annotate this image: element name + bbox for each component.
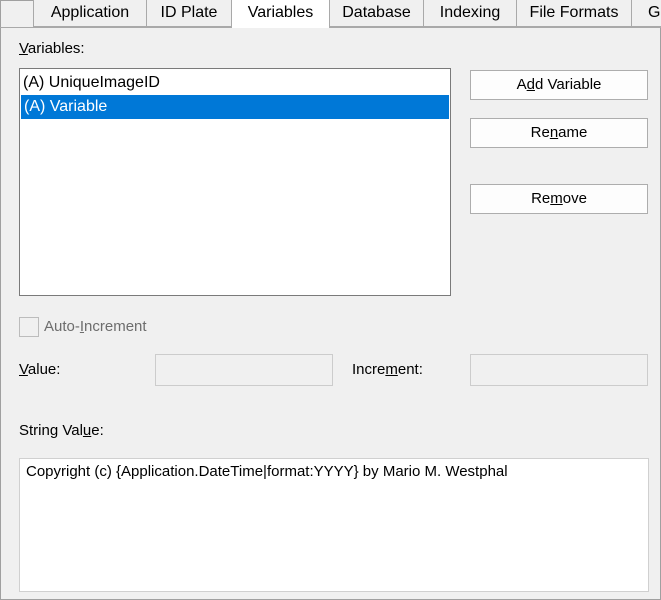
tab-strip: Application ID Plate Variables Database … (0, 0, 661, 28)
string-value-label-pre: String Val (19, 422, 83, 439)
add-variable-post: d Variable (534, 76, 602, 93)
tab-strip-divider (0, 27, 661, 28)
tab-indexing[interactable]: Indexing (423, 0, 517, 27)
tab-application[interactable]: Application (33, 0, 147, 27)
rename-pre: Re (530, 124, 550, 141)
increment-label: Increment: (352, 361, 423, 378)
variables-listbox[interactable]: (A) UniqueImageID (A) Variable (19, 68, 451, 296)
string-value-label-key: u (82, 422, 92, 439)
add-variable-button[interactable]: Add Variable (470, 70, 648, 100)
remove-key: m (550, 190, 563, 207)
remove-post: ove (562, 190, 587, 207)
value-label: Value: (19, 361, 60, 378)
tab-database[interactable]: Database (329, 0, 424, 27)
variables-label-post: ariables: (27, 40, 85, 57)
remove-button[interactable]: Remove (470, 184, 648, 214)
rename-key: n (549, 124, 559, 141)
tab-variables[interactable]: Variables (231, 0, 330, 28)
auto-increment-checkbox[interactable] (19, 317, 39, 337)
tab-file-formats[interactable]: File Formats (516, 0, 632, 27)
value-label-key: V (19, 361, 28, 378)
list-item-variable[interactable]: (A) Variable (21, 95, 449, 119)
increment-label-pre: Incre (352, 361, 386, 378)
value-field[interactable] (155, 354, 333, 386)
tab-g[interactable]: G (631, 0, 661, 27)
remove-pre: Re (531, 190, 551, 207)
add-variable-key: d (526, 76, 535, 93)
add-variable-pre: A (516, 76, 527, 93)
rename-button[interactable]: Rename (470, 118, 648, 148)
increment-field[interactable] (470, 354, 648, 386)
auto-increment-label: Auto-Increment (44, 318, 147, 335)
auto-increment-post: ncrement (84, 318, 147, 335)
increment-label-post: ent: (397, 361, 423, 378)
list-item-uniqueimageid[interactable]: (A) UniqueImageID (20, 71, 450, 95)
tab-id-plate[interactable]: ID Plate (146, 0, 232, 27)
string-value-label-post: e: (91, 422, 104, 439)
string-value-textarea[interactable]: Copyright (c) {Application.DateTime|form… (19, 458, 649, 592)
variables-label-key: V (19, 40, 28, 57)
auto-increment-pre: Auto- (44, 318, 80, 335)
value-label-post: alue: (27, 361, 61, 378)
rename-post: ame (558, 124, 588, 141)
increment-label-key: m (385, 361, 398, 378)
variables-label: Variables: (19, 40, 85, 57)
string-value-label: String Value: (19, 422, 104, 439)
